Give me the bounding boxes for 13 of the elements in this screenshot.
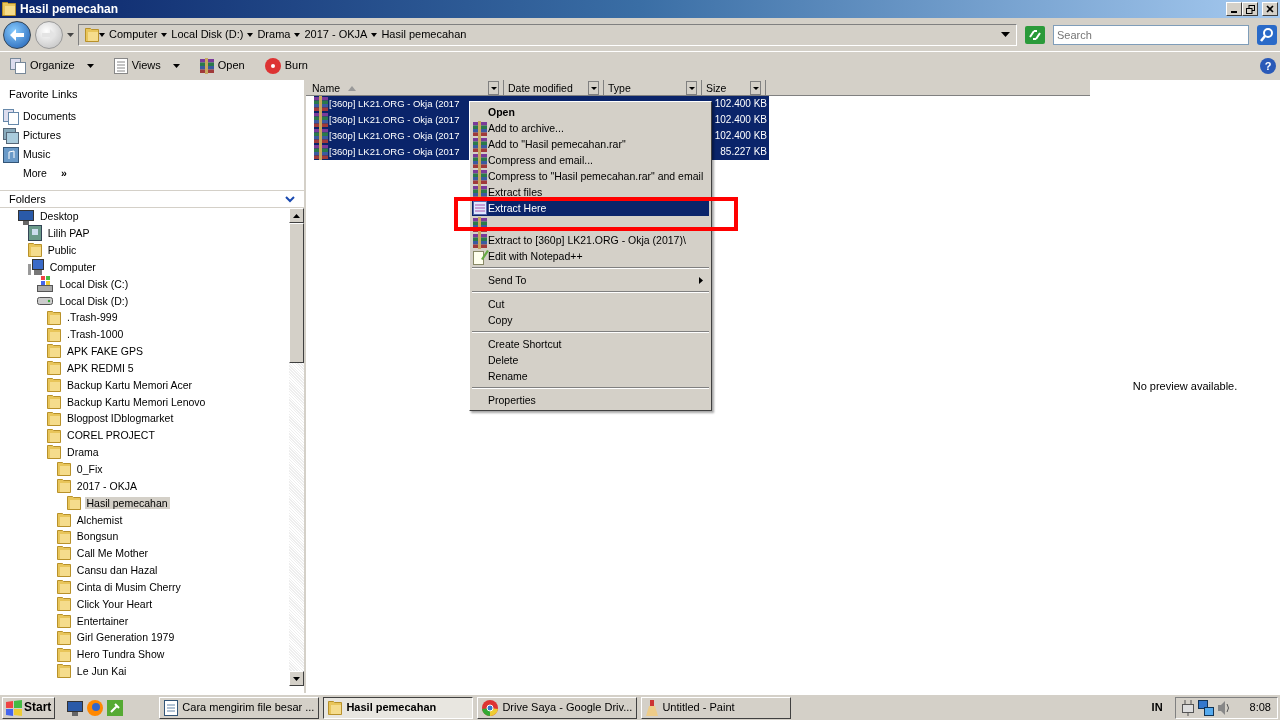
section-heading: Folders: [9, 192, 46, 206]
file-size: 85.227 KB: [720, 146, 768, 158]
preview-message: No preview available.: [1132, 379, 1238, 394]
file-size: 102.400 KB: [714, 98, 768, 110]
file-name: [360p] LK21.ORG - Okja (2017: [328, 130, 460, 142]
file-name: [360p] LK21.ORG - Okja (2017: [328, 98, 460, 110]
clock: 8:08: [1249, 700, 1271, 715]
file-size: 102.400 KB: [714, 114, 768, 126]
file-name: [360p] LK21.ORG - Okja (2017: [328, 114, 460, 126]
section-heading: Favorite Links: [8, 87, 79, 102]
window-title: Hasil pemecahan: [20, 1, 119, 17]
file-size: 102.400 KB: [714, 130, 768, 142]
file-name: [360p] LK21.ORG - Okja (2017: [328, 146, 460, 158]
